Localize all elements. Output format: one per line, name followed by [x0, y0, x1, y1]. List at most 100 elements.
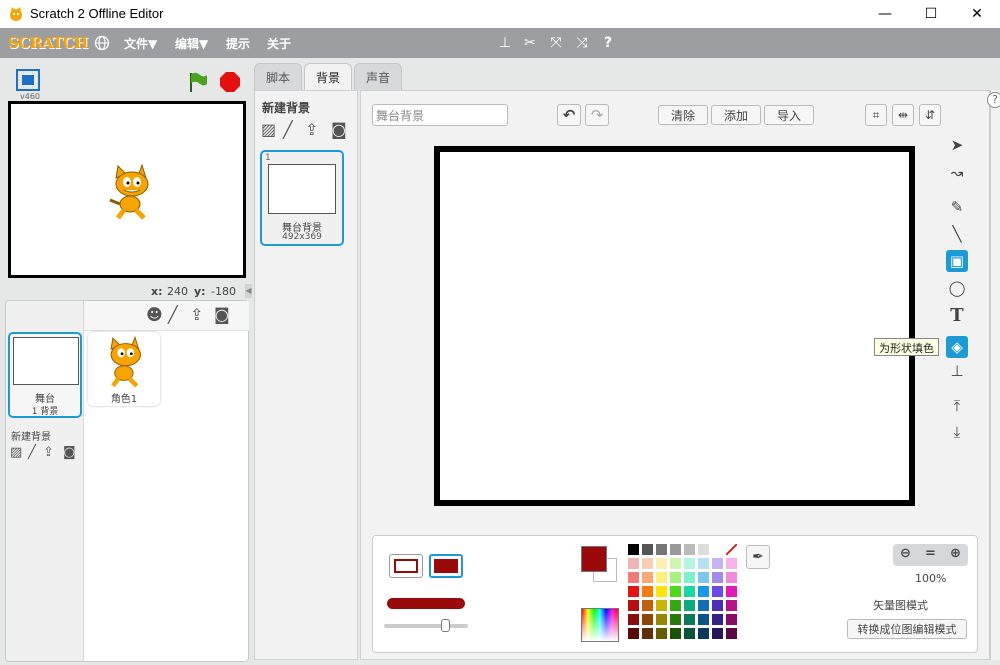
- palette-swatch[interactable]: [684, 586, 695, 597]
- palette-swatch[interactable]: [642, 586, 653, 597]
- presentation-mode-icon[interactable]: [16, 69, 40, 91]
- flip-vertical-icon[interactable]: ⇵: [919, 104, 941, 126]
- palette-swatch[interactable]: [684, 558, 695, 569]
- palette-swatch[interactable]: [684, 544, 695, 555]
- outline-mode-button[interactable]: [389, 554, 423, 578]
- paint-canvas[interactable]: [434, 146, 915, 506]
- palette-swatch[interactable]: [656, 628, 667, 639]
- tab-sounds[interactable]: 声音: [354, 63, 402, 90]
- palette-swatch[interactable]: [642, 600, 653, 611]
- palette-swatch[interactable]: [642, 614, 653, 625]
- convert-to-bitmap-button[interactable]: 转换成位图编辑模式: [847, 619, 967, 639]
- paint-backdrop-brush-icon[interactable]: ╱: [28, 445, 36, 460]
- palette-swatch[interactable]: [642, 572, 653, 583]
- palette-swatch[interactable]: [684, 600, 695, 611]
- camera-sprite-icon[interactable]: ◙: [214, 305, 230, 324]
- palette-swatch[interactable]: [698, 544, 709, 555]
- stage-canvas[interactable]: [8, 101, 246, 278]
- tips-help-icon[interactable]: ?: [987, 92, 1000, 108]
- ellipse-icon[interactable]: ◯: [946, 277, 968, 299]
- palette-swatch[interactable]: [712, 600, 723, 611]
- palette-swatch[interactable]: [628, 600, 639, 611]
- sprite-cat-on-stage[interactable]: [104, 164, 154, 220]
- scratch-logo[interactable]: SCRATCH: [8, 34, 88, 52]
- redo-icon[interactable]: ↷: [585, 104, 609, 126]
- palette-swatch[interactable]: [726, 586, 737, 597]
- reshape-icon[interactable]: ↝: [946, 162, 968, 184]
- menu-edit[interactable]: 编辑▼: [175, 35, 208, 52]
- palette-swatch[interactable]: [684, 628, 695, 639]
- palette-swatch[interactable]: [712, 586, 723, 597]
- palette-swatch[interactable]: [656, 586, 667, 597]
- sprite-library-icon[interactable]: ☻: [146, 305, 163, 324]
- palette-swatch[interactable]: [712, 614, 723, 625]
- palette-swatch[interactable]: [628, 586, 639, 597]
- palette-swatch[interactable]: [698, 614, 709, 625]
- zoom-out-icon[interactable]: ⊖: [896, 546, 915, 564]
- palette-swatch[interactable]: [670, 628, 681, 639]
- palette-swatch[interactable]: [726, 600, 737, 611]
- pencil-icon[interactable]: ✎: [946, 196, 968, 218]
- palette-swatch[interactable]: [712, 558, 723, 569]
- tab-scripts[interactable]: 脚本: [254, 63, 302, 90]
- line-width-slider-thumb[interactable]: [441, 619, 450, 632]
- palette-swatch[interactable]: [642, 558, 653, 569]
- flip-horizontal-icon[interactable]: ⇹: [892, 104, 914, 126]
- line-icon[interactable]: ╲: [946, 223, 968, 245]
- palette-swatch[interactable]: [642, 628, 653, 639]
- palette-swatch[interactable]: [656, 614, 667, 625]
- filled-mode-button[interactable]: [429, 554, 463, 578]
- palette-swatch[interactable]: [726, 572, 737, 583]
- grow-icon[interactable]: ⤧: [548, 35, 564, 51]
- palette-swatch[interactable]: [670, 544, 681, 555]
- duplicate-stamp-icon[interactable]: ⊥: [497, 35, 513, 51]
- help-icon[interactable]: ?: [600, 35, 616, 51]
- palette-swatch[interactable]: [670, 572, 681, 583]
- palette-swatch[interactable]: [670, 586, 681, 597]
- clear-button[interactable]: 清除: [658, 105, 708, 125]
- rectangle-icon[interactable]: ▣: [946, 250, 968, 272]
- add-button[interactable]: 添加: [711, 105, 761, 125]
- cut-scissors-icon[interactable]: ✂: [522, 35, 538, 51]
- stop-sign-icon[interactable]: [219, 71, 241, 93]
- backdrop-item-card[interactable]: 1 舞台背景 492x369: [260, 150, 344, 246]
- maximize-button[interactable]: ☐: [908, 0, 954, 28]
- palette-swatch[interactable]: [656, 558, 667, 569]
- line-width-slider-track[interactable]: [384, 624, 468, 628]
- menu-tips[interactable]: 提示: [226, 35, 250, 52]
- palette-swatch[interactable]: [628, 628, 639, 639]
- palette-swatch[interactable]: [712, 628, 723, 639]
- undo-icon[interactable]: ↶: [557, 104, 581, 126]
- palette-swatch[interactable]: [656, 544, 667, 555]
- palette-swatch[interactable]: [670, 614, 681, 625]
- zoom-in-icon[interactable]: ⊕: [946, 546, 965, 564]
- palette-swatch[interactable]: [670, 558, 681, 569]
- stage-thumbnail-card[interactable]: 舞台 1 背景: [8, 332, 82, 418]
- palette-swatch[interactable]: [698, 586, 709, 597]
- tab-backdrops[interactable]: 背景: [304, 63, 352, 90]
- minimize-button[interactable]: —: [862, 0, 908, 28]
- fill-bucket-icon[interactable]: ◈: [946, 336, 968, 358]
- palette-swatch[interactable]: [726, 558, 737, 569]
- palette-swatch[interactable]: [684, 572, 695, 583]
- globe-icon[interactable]: [94, 35, 110, 51]
- color-spectrum-button[interactable]: [581, 608, 619, 642]
- palette-swatch[interactable]: [698, 572, 709, 583]
- palette-swatch[interactable]: [670, 600, 681, 611]
- palette-swatch[interactable]: [656, 600, 667, 611]
- sprite-thumbnail-card[interactable]: 角色1: [88, 332, 160, 406]
- palette-swatch[interactable]: [698, 628, 709, 639]
- palette-swatch[interactable]: [698, 558, 709, 569]
- import-button[interactable]: 导入: [764, 105, 814, 125]
- stamp-icon[interactable]: ⊥: [946, 360, 968, 382]
- palette-swatch[interactable]: [712, 544, 723, 555]
- palette-swatch[interactable]: [726, 614, 737, 625]
- primary-color-swatch[interactable]: [581, 546, 607, 572]
- crop-icon[interactable]: ⌗: [865, 104, 887, 126]
- palette-swatch[interactable]: [656, 572, 667, 583]
- menu-file[interactable]: 文件▼: [124, 35, 157, 52]
- costume-name-input[interactable]: [372, 104, 508, 126]
- palette-swatch[interactable]: [684, 614, 695, 625]
- palette-swatch[interactable]: [628, 614, 639, 625]
- palette-swatch[interactable]: [628, 558, 639, 569]
